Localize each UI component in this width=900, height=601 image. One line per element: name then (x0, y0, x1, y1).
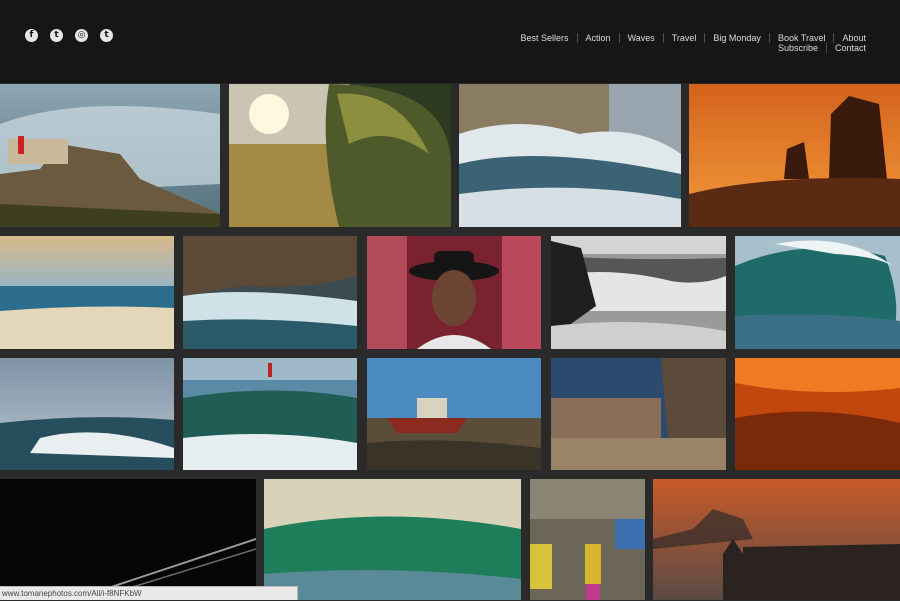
social-links: f t ◎ t (25, 29, 113, 42)
photo-rocky-point-wave[interactable] (183, 236, 357, 349)
nav-item-about[interactable]: About (833, 33, 874, 43)
photo-curling-turquoise-wave[interactable] (735, 236, 900, 349)
photo-surfer-orange-glow[interactable] (735, 358, 900, 470)
facebook-icon[interactable]: f (25, 29, 38, 42)
tumblr-icon[interactable]: t (100, 29, 113, 42)
twitter-icon[interactable]: t (50, 29, 63, 42)
nav-item-best-sellers[interactable]: Best Sellers (513, 33, 577, 43)
photo-beach-horizon[interactable] (0, 236, 174, 349)
photo-boats-harbor-scrap[interactable] (367, 358, 541, 470)
nav-item-subscribe[interactable]: Subscribe (770, 43, 826, 53)
photo-harbor-wall-surfer[interactable] (459, 84, 681, 227)
nav-row-1: Best Sellers Action Waves Travel Big Monday B… (454, 33, 874, 43)
main-nav: Best Sellers Action Waves Travel Big Monday B… (454, 33, 874, 53)
photo-lighthouse-wave-barrel[interactable] (183, 358, 357, 470)
nav-item-travel[interactable]: Travel (662, 33, 705, 43)
site-header: f t ◎ t Best Sellers Action Waves Travel Big… (0, 0, 900, 83)
nav-item-book-travel[interactable]: Book Travel (768, 33, 834, 43)
status-url: www.tomanephotos.com/All/i-f8NFKbW (2, 589, 142, 598)
nav-row-2: Subscribe Contact (454, 43, 874, 53)
photo-green-barrel-surfer[interactable] (264, 479, 521, 600)
browser-status-bar: www.tomanephotos.com/All/i-f8NFKbW (0, 586, 298, 600)
nav-item-contact[interactable]: Contact (825, 43, 874, 53)
photo-black-white-surf[interactable] (551, 236, 726, 349)
nav-item-waves[interactable]: Waves (618, 33, 663, 43)
photo-dark-line-abstract[interactable] (0, 479, 256, 600)
photo-surfer-aerial-wave[interactable] (0, 358, 174, 470)
photo-street-vendor-woman[interactable] (530, 479, 645, 600)
photo-portrait-man-hat[interactable] (367, 236, 541, 349)
photo-lighthouse-big-wave[interactable] (0, 84, 220, 227)
instagram-icon[interactable]: ◎ (75, 29, 88, 42)
nav-item-action[interactable]: Action (576, 33, 619, 43)
photo-tube-wave-sunset[interactable] (229, 84, 451, 227)
photo-rock-silhouette-sunset[interactable] (689, 84, 900, 227)
photo-market-street-scene[interactable] (551, 358, 726, 470)
nav-item-big-monday[interactable]: Big Monday (704, 33, 769, 43)
photo-fortress-silhouette[interactable] (653, 479, 900, 600)
